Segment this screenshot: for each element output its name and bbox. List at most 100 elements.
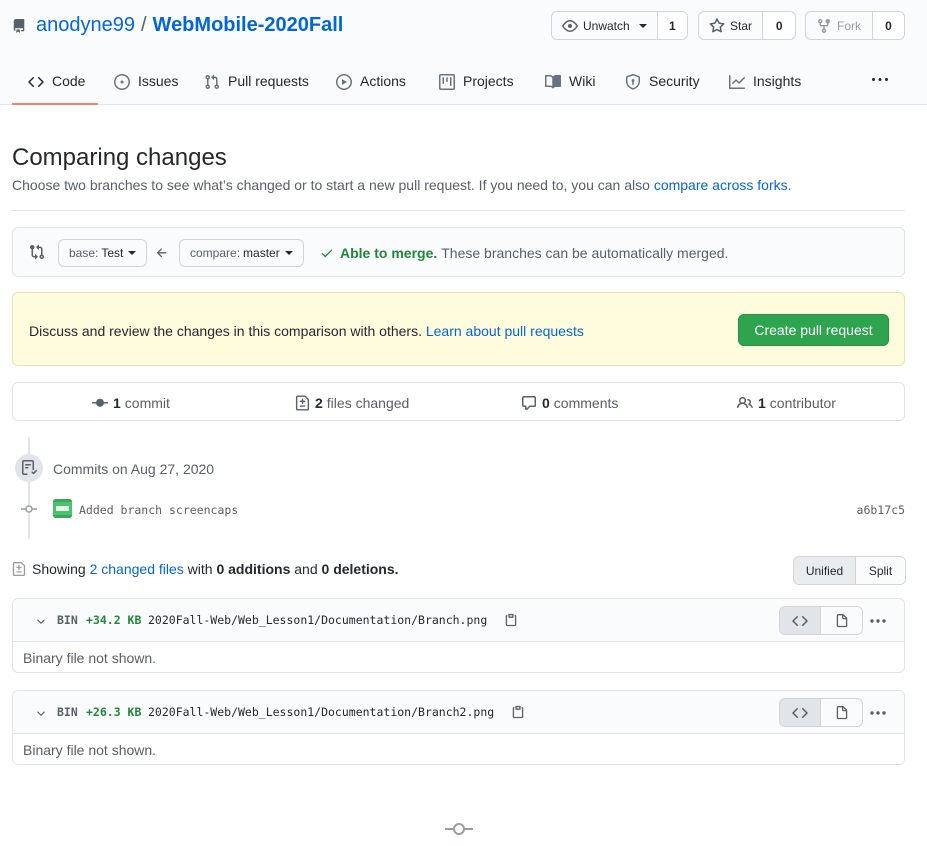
- fork-button[interactable]: Fork: [806, 12, 873, 39]
- chevron-down-icon: [128, 251, 137, 255]
- tab-projects[interactable]: Projects: [425, 60, 529, 105]
- flash-text: Discuss and review the changes in this c…: [29, 323, 422, 339]
- repo-name-link[interactable]: WebMobile-2020Fall: [153, 14, 344, 37]
- kebab-horizontal-icon[interactable]: [869, 618, 887, 624]
- comments-count: 0: [542, 395, 550, 411]
- tab-security[interactable]: Security: [611, 60, 714, 105]
- arrow-left-icon: [155, 246, 169, 260]
- star-count[interactable]: 0: [763, 12, 795, 39]
- page-title: Comparing changes: [12, 144, 227, 171]
- copy-path-icon[interactable]: [504, 612, 518, 628]
- deletions-count: 0 deletions.: [321, 561, 399, 577]
- kebab-horizontal-icon[interactable]: [869, 710, 887, 716]
- repo-icon: [12, 18, 26, 34]
- chevron-down-icon: [638, 23, 647, 28]
- repo-title: anodyne99 / WebMobile-2020Fall: [12, 14, 343, 37]
- kebab-horizontal-icon: [871, 72, 889, 88]
- divider: [12, 210, 905, 211]
- commit-message-link[interactable]: Added branch screencaps: [79, 503, 238, 517]
- shield-icon: [625, 73, 649, 90]
- timeline-line: [28, 437, 30, 539]
- comment-icon: [521, 395, 542, 411]
- unwatch-button[interactable]: Unwatch: [552, 12, 658, 39]
- file-header: BIN +34.2 KB 2020Fall-Web/Web_Lesson1/Do…: [13, 599, 904, 642]
- git-commit-icon: [21, 502, 37, 518]
- files-changed-stat[interactable]: 2 files changed: [295, 395, 409, 411]
- file-header: BIN +26.3 KB 2020Fall-Web/Web_Lesson1/Do…: [13, 691, 904, 734]
- tab-actions[interactable]: Actions: [324, 60, 425, 105]
- compare-across-forks-link[interactable]: compare across forks: [654, 177, 788, 193]
- rich-view-button[interactable]: [821, 699, 862, 726]
- compare-stats: 1 commit 2 files changed 0 comments 1 co…: [12, 382, 905, 421]
- commits-count: 1: [113, 395, 121, 411]
- base-branch-select[interactable]: base: Test: [58, 239, 148, 267]
- chevron-down-icon[interactable]: [35, 707, 47, 719]
- copy-path-icon[interactable]: [511, 704, 525, 720]
- learn-pull-requests-link[interactable]: Learn about pull requests: [426, 323, 584, 339]
- graph-icon: [729, 73, 753, 90]
- tab-wiki[interactable]: Wiki: [529, 60, 611, 105]
- repo-owner-link[interactable]: anodyne99: [36, 14, 135, 37]
- compare-value: master: [243, 246, 280, 260]
- merge-ok-text: Able to merge.: [340, 245, 438, 261]
- tab-code[interactable]: Code: [12, 60, 98, 105]
- star-icon: [709, 17, 730, 34]
- file-type-badge: BIN: [57, 705, 78, 719]
- file-body: Binary file not shown.: [23, 742, 157, 758]
- commits-date-heading: Commits on Aug 27, 2020: [53, 461, 215, 477]
- unwatch-label: Unwatch: [583, 18, 630, 33]
- files-count: 2: [315, 395, 323, 411]
- fork-count[interactable]: 0: [873, 12, 904, 39]
- git-compare-icon[interactable]: [29, 244, 45, 260]
- file-path-link[interactable]: 2020Fall-Web/Web_Lesson1/Documentation/B…: [148, 705, 494, 719]
- avatar[interactable]: [53, 499, 72, 518]
- flash-message: Discuss and review the changes in this c…: [29, 323, 584, 339]
- watch-count[interactable]: 1: [657, 12, 687, 39]
- file-size-change: +26.3 KB: [86, 705, 142, 719]
- compare-branch-select[interactable]: compare: master: [179, 239, 304, 267]
- more-menu-button[interactable]: [871, 72, 889, 88]
- contributors-stat[interactable]: 1 contributor: [737, 395, 836, 411]
- tab-insights[interactable]: Insights: [714, 60, 814, 105]
- code-icon: [28, 73, 52, 90]
- source-view-button[interactable]: [780, 607, 821, 634]
- file-size-change: +34.2 KB: [86, 613, 142, 627]
- play-icon: [336, 73, 360, 90]
- file-diff: BIN +26.3 KB 2020Fall-Web/Web_Lesson1/Do…: [12, 690, 905, 765]
- comments-stat[interactable]: 0 comments: [521, 395, 618, 411]
- base-label: base:: [69, 246, 99, 260]
- fork-icon: [816, 18, 837, 34]
- pull-request-icon: [204, 73, 228, 90]
- tab-issues[interactable]: Issues: [98, 60, 190, 105]
- file-diff-icon: [295, 395, 315, 411]
- commits-header-icon: [15, 454, 43, 482]
- git-commit-icon: [445, 821, 473, 837]
- code-icon: [792, 705, 808, 721]
- contributors-label: contributor: [769, 395, 836, 411]
- star-label: Star: [730, 18, 753, 33]
- split-view-button[interactable]: Split: [856, 557, 905, 584]
- create-pull-request-button[interactable]: Create pull request: [738, 314, 889, 346]
- rich-view-button[interactable]: [821, 607, 862, 634]
- fork-button-group: Fork 0: [805, 11, 905, 40]
- subtitle-end: .: [787, 177, 792, 193]
- file-view-toggle: [779, 698, 863, 727]
- code-icon: [792, 613, 808, 629]
- file-path-link[interactable]: 2020Fall-Web/Web_Lesson1/Documentation/B…: [148, 613, 487, 627]
- file-diff: BIN +34.2 KB 2020Fall-Web/Web_Lesson1/Do…: [12, 598, 905, 673]
- chevron-down-icon: [284, 251, 293, 255]
- commits-stat[interactable]: 1 commit: [92, 395, 170, 411]
- commit-sha-link[interactable]: a6b17c5: [857, 503, 905, 517]
- changed-files-link[interactable]: 2 changed files: [90, 561, 184, 577]
- chevron-down-icon[interactable]: [35, 615, 47, 627]
- unified-view-button[interactable]: Unified: [794, 557, 856, 584]
- source-view-button[interactable]: [780, 699, 821, 726]
- repo-header: anodyne99 / WebMobile-2020Fall Unwatch 1…: [0, 0, 927, 105]
- star-button[interactable]: Star: [699, 12, 764, 39]
- compare-label: compare:: [190, 246, 241, 260]
- file-body: Binary file not shown.: [23, 650, 157, 666]
- range-editor: base: Test compare: master Able to merge…: [12, 227, 905, 277]
- project-icon: [439, 73, 463, 90]
- file-icon: [835, 705, 849, 721]
- tab-pull-requests[interactable]: Pull requests: [190, 60, 324, 105]
